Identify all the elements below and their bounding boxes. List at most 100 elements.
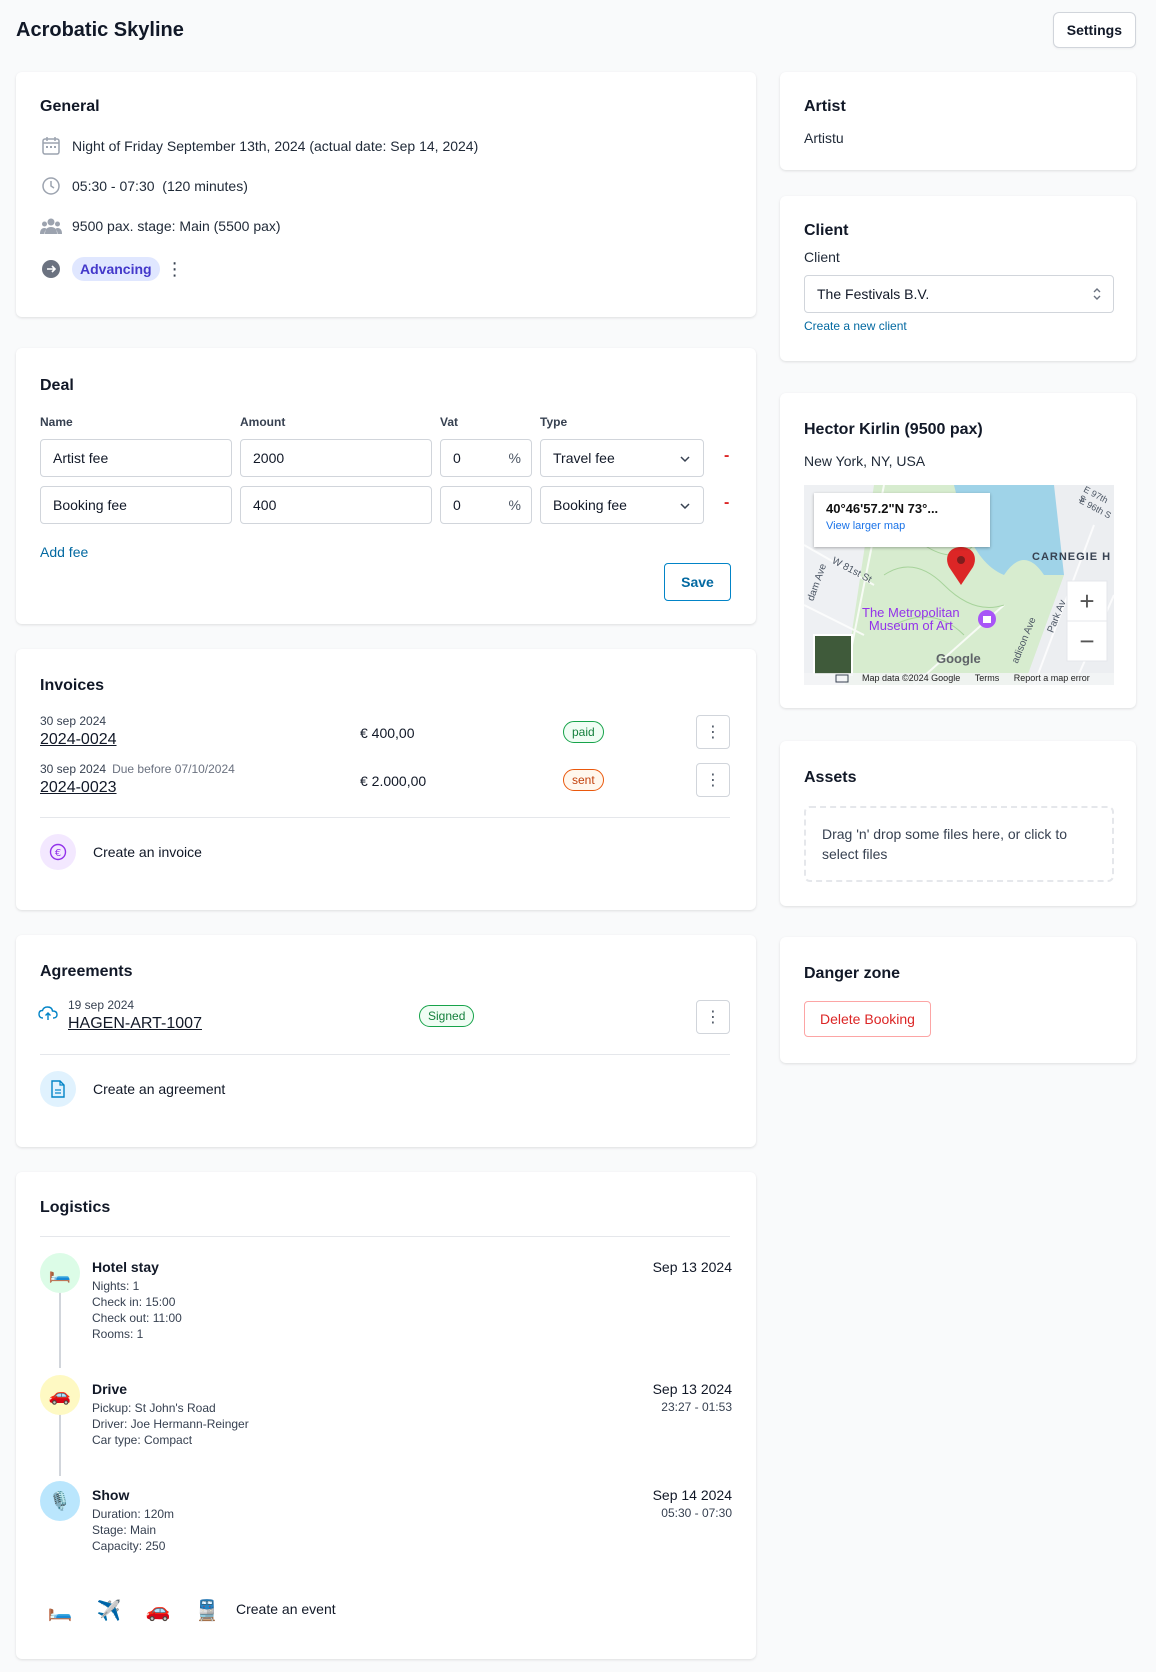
microphone-icon: 🎙️ [40,1481,80,1521]
danger-zone-card: Danger zone Delete Booking [780,937,1136,1063]
users-icon [40,215,62,237]
invoice-menu-button[interactable]: ⋮ [696,715,730,749]
create-agreement-button[interactable]: Create an agreement [93,1081,225,1097]
time-text: 05:30 - 07:30 (120 minutes) [72,178,248,194]
report-map-error-link[interactable]: Report a map error [1014,673,1090,683]
chevron-down-icon [679,452,691,468]
event-title[interactable]: Show [92,1487,129,1503]
client-select[interactable]: The Festivals B.V. [804,275,1114,313]
date-text: Night of Friday September 13th, 2024 (ac… [72,138,479,154]
fee-name-input[interactable]: Artist fee [40,439,232,477]
venue-location: New York, NY, USA [804,453,926,469]
danger-zone-title: Danger zone [804,965,901,982]
status-menu-icon[interactable]: ⋮ [166,260,184,278]
divider [40,817,730,818]
amount-header: Amount [240,415,286,429]
zoom-out-button[interactable]: − [1067,621,1107,661]
invoice-number-link[interactable]: 2024-0023 [40,779,117,797]
agreements-card: Agreements 19 sep 2024 HAGEN-ART-1007 Si… [16,935,756,1147]
fee-vat-input[interactable]: 0% [440,439,532,477]
deal-card: Deal Name Amount Vat Type Artist fee 200… [16,348,756,624]
fee-amount-input[interactable]: 400 [240,486,432,524]
type-header: Type [540,415,568,429]
percent-suffix: % [508,450,521,466]
vat-value: 0 [453,497,461,513]
date-row: Night of Friday September 13th, 2024 (ac… [40,135,478,157]
agreement-status-badge: Signed [419,1005,475,1027]
general-card: General Night of Friday September 13th, … [16,72,756,317]
agreement-date: 19 sep 2024 [68,998,135,1012]
fee-type-select[interactable]: Travel fee [540,439,704,477]
euro-icon[interactable]: € [40,834,76,870]
map-terms-link[interactable]: Terms [975,673,1000,683]
event-time: 23:27 - 01:53 [661,1400,732,1414]
settings-button[interactable]: Settings [1052,12,1136,48]
remove-fee-button[interactable]: - [724,494,729,512]
venue-card: Hector Kirlin (9500 pax) New York, NY, U… [780,393,1136,708]
fee-amount-input[interactable]: 2000 [240,439,432,477]
artist-card: Artist Artistu [780,72,1136,170]
delete-booking-button[interactable]: Delete Booking [804,1001,931,1037]
invoice-status-badge: sent [563,769,604,791]
chevron-down-icon [679,499,691,515]
event-title[interactable]: Hotel stay [92,1259,159,1275]
invoice-number-link[interactable]: 2024-0024 [40,731,117,749]
agreement-menu-button[interactable]: ⋮ [696,1000,730,1034]
status-badge[interactable]: Advancing [72,257,160,281]
view-larger-map-link[interactable]: View larger map [826,520,978,532]
create-client-link[interactable]: Create a new client [804,319,907,333]
keyboard-icon[interactable] [834,671,848,683]
event-detail: Pickup: St John's Road [92,1401,216,1415]
bed-icon[interactable]: 🛏️ [40,1590,80,1630]
train-icon[interactable]: 🚆 [187,1590,227,1630]
event-detail: Check out: 11:00 [92,1311,182,1325]
event-date: Sep 13 2024 [652,1259,732,1275]
top-bar: Acrobatic Skyline Settings [16,0,1136,60]
vat-header: Vat [440,415,459,429]
invoice-due: Due before 07/10/2024 [112,762,235,776]
event-time: 05:30 - 07:30 [661,1506,732,1520]
map-coordinates: 40°46'57.2"N 73°... [826,501,939,516]
create-event-button[interactable]: Create an event [236,1601,336,1617]
agreement-number-link[interactable]: HAGEN-ART-1007 [68,1015,202,1033]
file-dropzone[interactable]: Drag 'n' drop some files here, or click … [804,806,1114,882]
invoice-date: 30 sep 2024 [40,714,107,728]
fee-name-input[interactable]: Booking fee [40,486,232,524]
venue-title: Hector Kirlin (9500 pax) [804,421,983,438]
client-title: Client [804,222,849,239]
map[interactable]: 40°46'57.2"N 73°... View larger map CARN… [804,485,1114,685]
invoice-date: 30 sep 2024 Due before 07/10/2024 [40,762,235,776]
zoom-in-button[interactable]: + [1067,581,1107,621]
car-icon[interactable]: 🚗 [138,1590,178,1630]
fee-type-select[interactable]: Booking fee [540,486,704,524]
agreements-title: Agreements [40,963,133,980]
vat-value: 0 [453,450,461,466]
timeline-connector [59,1406,61,1476]
document-icon[interactable] [40,1071,76,1107]
map-poi-label[interactable]: The Metropolitan Museum of Art [862,606,960,632]
invoice-menu-button[interactable]: ⋮ [696,763,730,797]
event-detail: Driver: Joe Hermann-Reinger [92,1417,249,1431]
event-detail: Nights: 1 [92,1279,140,1293]
event-date: Sep 13 2024 [652,1381,732,1397]
save-button[interactable]: Save [664,563,731,601]
fee-vat-input[interactable]: 0% [440,486,532,524]
remove-fee-button[interactable]: - [724,447,729,465]
artist-title: Artist [804,98,846,115]
calendar-icon [40,135,62,157]
timeline-connector [59,1284,61,1368]
divider [40,1054,730,1055]
assets-title: Assets [804,769,857,786]
assets-card: Assets Drag 'n' drop some files here, or… [780,741,1136,906]
capacity-row: 9500 pax. stage: Main (5500 pax) [40,215,281,237]
bed-icon: 🛏️ [40,1253,80,1293]
invoice-status-badge: paid [563,721,604,743]
plane-icon[interactable]: ✈️ [89,1590,129,1630]
map-area-label: CARNEGIE H [1032,551,1112,563]
event-title[interactable]: Drive [92,1381,127,1397]
event-detail: Capacity: 250 [92,1539,166,1553]
create-invoice-button[interactable]: Create an invoice [93,844,202,860]
page-title: Acrobatic Skyline [16,18,184,41]
add-fee-link[interactable]: Add fee [40,544,88,560]
car-icon: 🚗 [40,1375,80,1415]
